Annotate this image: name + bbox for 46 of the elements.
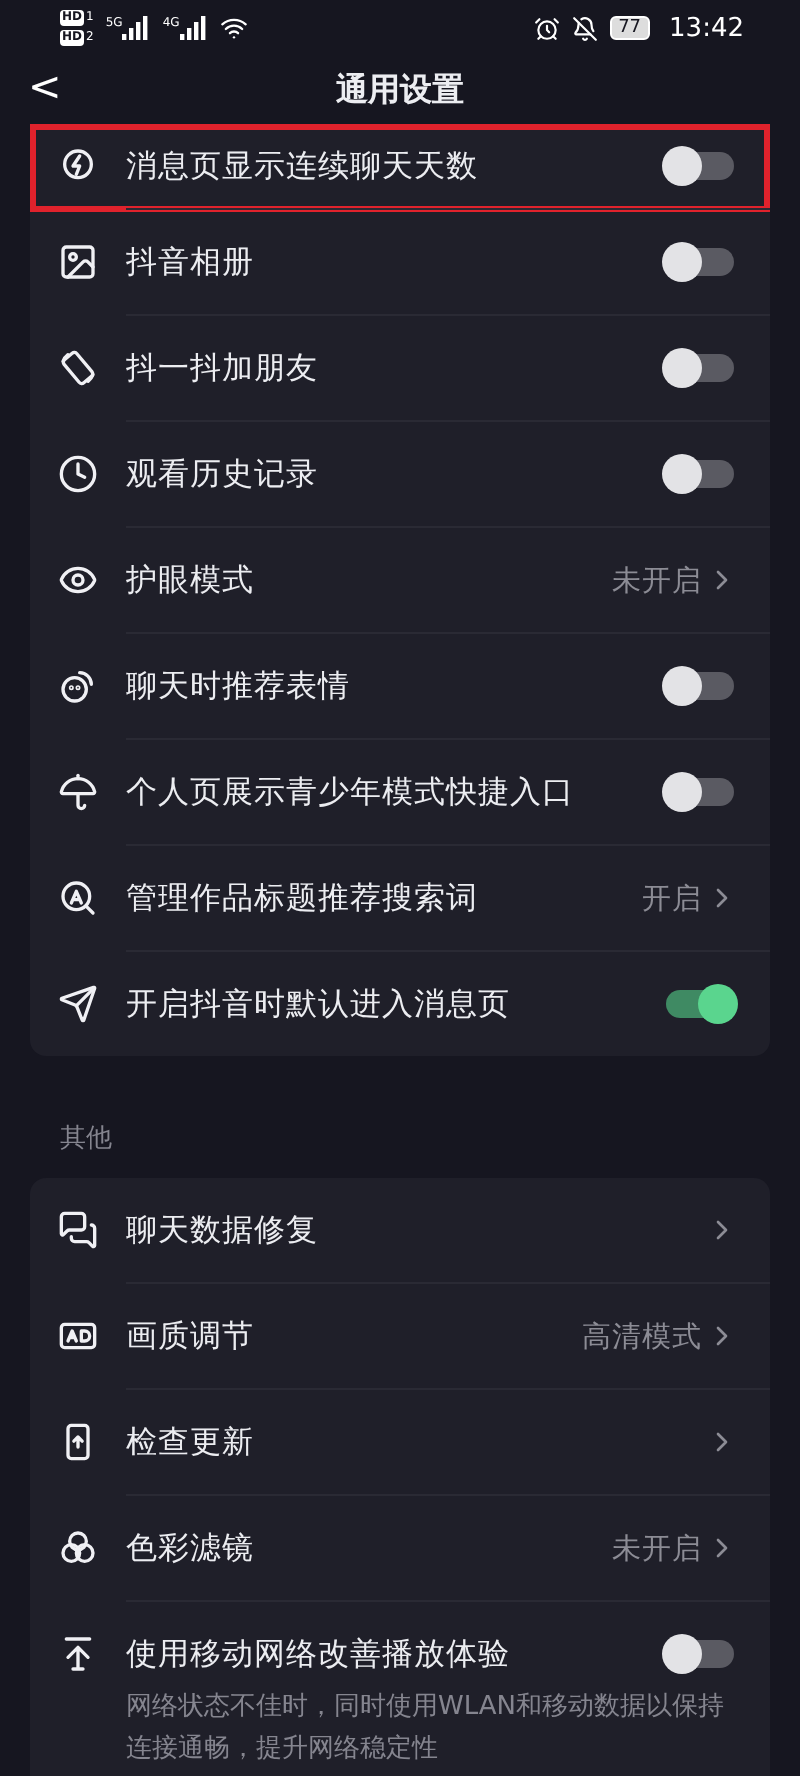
send-icon (58, 984, 98, 1024)
emoji-icon (58, 666, 98, 706)
toggle-switch[interactable] (662, 348, 738, 388)
setting-label: 聊天时推荐表情 (126, 665, 352, 707)
search-icon (58, 878, 98, 918)
setting-label: 管理作品标题推荐搜索词 (126, 877, 480, 919)
setting-description: 网络状态不佳时，同时使用WLAN和移动数据以保持连接通畅，提升网络稳定性 (124, 1690, 727, 1768)
toggle-switch[interactable] (662, 242, 738, 282)
setting-label: 观看历史记录 (126, 453, 320, 495)
setting-label: 抖一抖加朋友 (126, 347, 320, 389)
signal-icon (179, 16, 208, 40)
setting-label: 画质调节 (126, 1315, 256, 1357)
section-title: 其他 (60, 1122, 114, 1156)
image-icon (58, 242, 98, 282)
toggle-switch[interactable] (662, 1634, 738, 1674)
setting-label: 个人页展示青少年模式快捷入口 (126, 771, 576, 813)
battery-level: 77 (610, 16, 650, 40)
signal-icon (122, 16, 151, 40)
toggle-switch[interactable] (662, 666, 738, 706)
clock-icon (58, 454, 98, 494)
setting-label: 开启抖音时默认进入消息页 (126, 983, 512, 1025)
setting-label: 使用移动网络改善播放体验 (126, 1633, 512, 1675)
page-title: 通用设置 (336, 69, 464, 111)
bell-off-icon (572, 15, 599, 41)
rotate-phone-icon (58, 348, 98, 388)
alarm-icon (534, 15, 561, 41)
setting-label: 检查更新 (126, 1421, 256, 1463)
wifi-icon (219, 14, 248, 42)
toggle-switch[interactable] (662, 772, 738, 812)
setting-label: 色彩滤镜 (126, 1527, 256, 1569)
setting-value: 未开启 (612, 1531, 702, 1567)
toggle-switch[interactable] (662, 146, 738, 186)
setting-label: 护眼模式 (126, 559, 256, 601)
setting-value: 高清模式 (582, 1319, 702, 1355)
toggle-switch[interactable] (662, 984, 738, 1024)
back-button[interactable]: < (16, 66, 74, 106)
setting-label: 抖音相册 (126, 241, 256, 283)
setting-label: 聊天数据修复 (126, 1209, 320, 1251)
setting-value: 未开启 (612, 563, 702, 599)
color-circles-icon (58, 1528, 98, 1568)
setting-label: 消息页显示连续聊天天数 (126, 145, 480, 187)
toggle-switch[interactable] (662, 454, 738, 494)
umbrella-icon (58, 772, 98, 812)
setting-value: 开启 (642, 881, 702, 917)
clock-time: 13:42 (669, 13, 744, 43)
chat-bubbles-icon (58, 1210, 98, 1250)
